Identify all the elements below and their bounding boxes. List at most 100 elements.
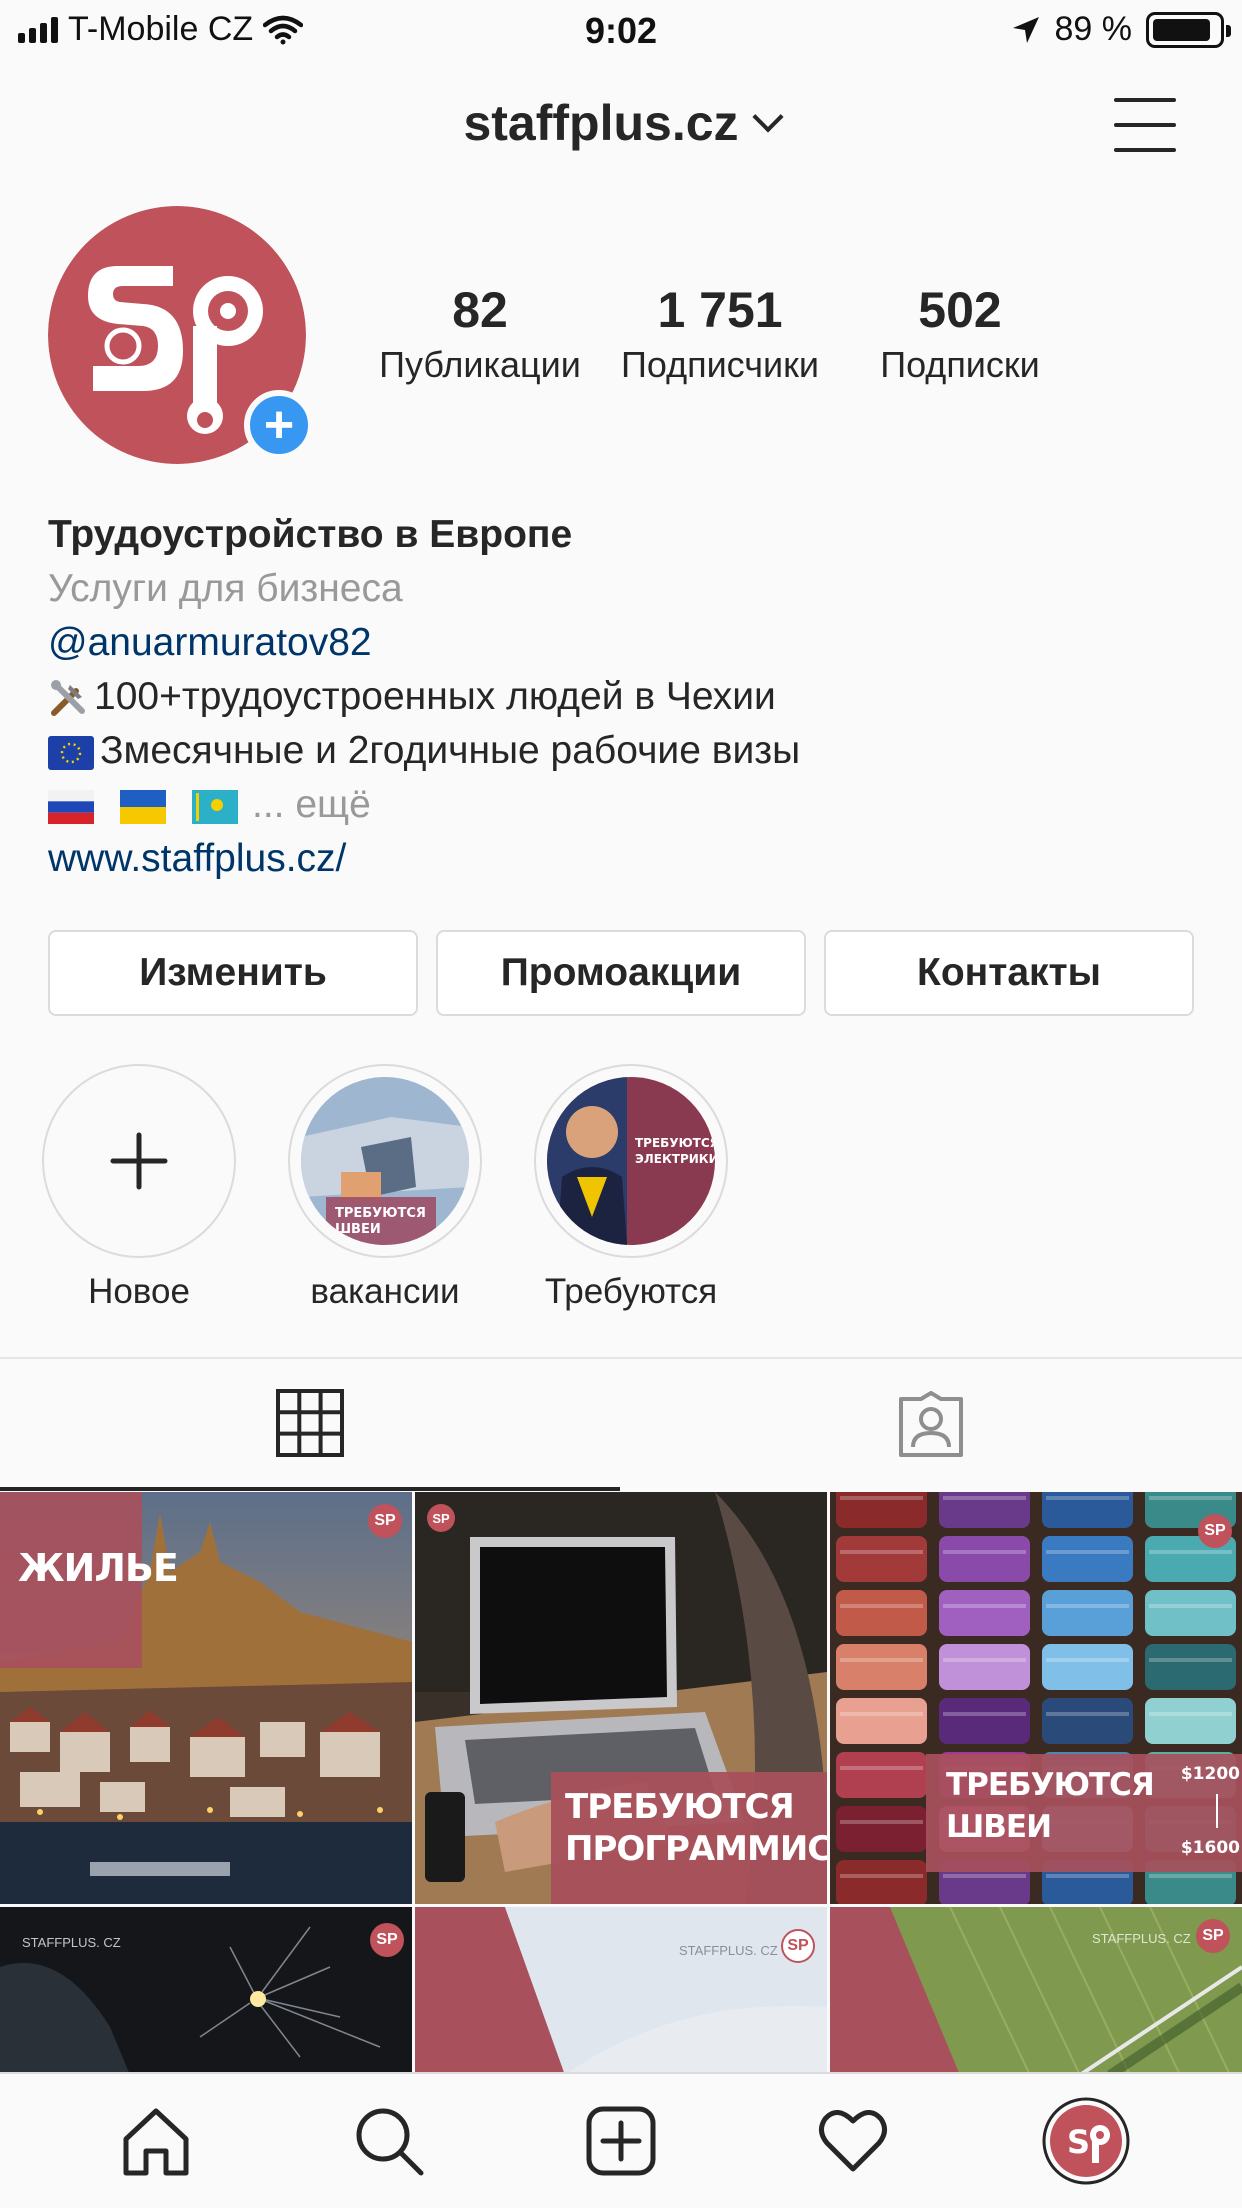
thread-spool-highlight — [1149, 1550, 1232, 1554]
thread-spool-highlight — [1046, 1658, 1129, 1662]
thread-spool — [1145, 1644, 1236, 1690]
post-caption-line: ТРЕБУЮТСЯ — [565, 1787, 795, 1827]
highlight-required[interactable]: ТРЕБУЮТСЯ ЭЛЕКТРИКИ Требуются — [534, 1064, 728, 1312]
bottom-navigation: S — [0, 2072, 1242, 2208]
post-caption: ЖИЛЬЕ — [18, 1546, 179, 1590]
home-icon — [123, 2108, 189, 2176]
svg-text:S: S — [1067, 2123, 1090, 2161]
stat-followers[interactable]: 1 751 Подписчики — [600, 280, 840, 386]
thread-spool-highlight — [1149, 1874, 1232, 1878]
profile-bio: Трудоустройство в Европе Услуги для бизн… — [48, 508, 1198, 886]
thread-spool-highlight — [840, 1766, 923, 1770]
thread-spool — [939, 1698, 1030, 1744]
status-bar: T-Mobile CZ 9:02 89 % — [0, 0, 1242, 62]
nav-new-post[interactable] — [566, 2086, 676, 2196]
thread-spool — [1042, 1644, 1133, 1690]
thread-spool — [836, 1752, 927, 1798]
promotions-button[interactable]: Промоакции — [436, 930, 806, 1016]
svg-text:ШВЕИ: ШВЕИ — [335, 1222, 381, 1237]
posts-grid: ЖИЛЬЕ SP ТРЕБУЮТСЯ ПРОГРАММИСТЫ! SP — [0, 1492, 1242, 2075]
thread-spool-highlight — [1149, 1496, 1232, 1500]
contacts-button[interactable]: Контакты — [824, 930, 1194, 1016]
thread-spool-highlight — [943, 1712, 1026, 1716]
stat-posts[interactable]: 82 Публикации — [360, 280, 600, 386]
bio-flags-line: ... ещё — [48, 778, 1198, 832]
profile-avatar-icon: S — [1042, 2097, 1130, 2185]
heart-icon — [819, 2110, 888, 2172]
bio-line: Змесячные и 2годичные рабочие визы — [48, 724, 1198, 778]
website-link[interactable]: www.staffplus.cz/ — [48, 832, 1198, 886]
chevron-down-icon[interactable] — [751, 101, 784, 133]
stat-count: 82 — [452, 282, 508, 338]
plus-icon — [110, 1132, 168, 1190]
add-post-icon — [586, 2106, 656, 2176]
thread-spool-highlight — [1046, 1712, 1129, 1716]
battery-icon — [1146, 11, 1231, 48]
price-min: $1200 — [1180, 1764, 1240, 1784]
highlight-ring[interactable]: ТРЕБУЮТСЯ ЭЛЕКТРИКИ — [534, 1064, 728, 1258]
thread-spool-highlight — [1046, 1550, 1129, 1554]
thread-spool-highlight — [1149, 1604, 1232, 1608]
stat-following[interactable]: 502 Подписки — [840, 280, 1080, 386]
search-icon — [356, 2108, 424, 2176]
location-arrow-icon — [1012, 16, 1039, 43]
post-caption-line: ШВЕИ — [946, 1809, 1052, 1845]
profile-header: staffplus.cz — [0, 62, 1242, 192]
highlight-ring[interactable]: ТРЕБУЮТСЯ ШВЕИ — [288, 1064, 482, 1258]
post-thumbnail[interactable]: ЖИЛЬЕ SP — [0, 1492, 412, 1904]
tab-grid[interactable] — [0, 1359, 620, 1491]
highlight-label: Новое — [88, 1272, 190, 1311]
profile-tabs — [0, 1357, 1242, 1491]
highlight-new[interactable]: Новое — [42, 1064, 236, 1312]
thread-spool-highlight — [943, 1604, 1026, 1608]
bio-line-text: 100+трудоустроенных людей в Чехии — [94, 675, 776, 718]
post-thumbnail[interactable]: ТРЕБУЮТСЯ ШВЕИ $1200 $1600 SP — [830, 1492, 1242, 1904]
thread-spool-highlight — [840, 1874, 923, 1878]
edit-profile-button[interactable]: Изменить — [48, 930, 418, 1016]
thread-spool — [836, 1536, 927, 1582]
thread-spool — [1145, 1698, 1236, 1744]
add-story-icon[interactable]: + — [244, 390, 314, 460]
thread-spool — [836, 1806, 927, 1852]
svg-text:ТРЕБУЮТСЯ: ТРЕБУЮТСЯ — [635, 1136, 715, 1150]
sp-logo-icon: SP — [370, 1923, 404, 1957]
bio-line: 100+трудоустроенных людей в Чехии — [48, 670, 1198, 724]
post-watermark: STAFFPLUS. CZ — [22, 1935, 121, 1950]
post-thumbnail[interactable]: STAFFPLUS. CZ SP — [0, 1907, 412, 2075]
thread-spool — [1145, 1590, 1236, 1636]
profile-name: Трудоустройство в Европе — [48, 513, 573, 556]
tagged-person-icon — [899, 1391, 963, 1457]
highlight-vacancies[interactable]: ТРЕБУЮТСЯ ШВЕИ вакансии — [288, 1064, 482, 1312]
post-caption: ТРЕБУЮТСЯ ШВЕИ — [946, 1764, 1155, 1848]
thread-spool — [1042, 1536, 1133, 1582]
bio-more-link[interactable]: ... ещё — [252, 783, 371, 826]
stat-count: 1 751 — [657, 282, 783, 338]
tools-emoji-icon — [51, 679, 85, 716]
thread-spool-highlight — [840, 1820, 923, 1824]
post-thumbnail[interactable]: STAFFPLUS. CZ SP — [830, 1907, 1242, 2075]
bio-mention-link[interactable]: @anuarmuratov82 — [48, 616, 1198, 670]
svg-text:ЭЛЕКТРИКИ: ЭЛЕКТРИКИ — [635, 1152, 715, 1166]
thread-spool-highlight — [943, 1550, 1026, 1554]
highlight-ring[interactable] — [42, 1064, 236, 1258]
thread-spool — [939, 1644, 1030, 1690]
tab-tagged[interactable] — [620, 1359, 1242, 1491]
nav-home[interactable] — [101, 2086, 211, 2196]
thread-spool-highlight — [840, 1712, 923, 1716]
account-switcher[interactable]: staffplus.cz — [0, 94, 1242, 152]
post-thumbnail[interactable]: ТРЕБУЮТСЯ ПРОГРАММИСТЫ! SP — [415, 1492, 827, 1904]
username[interactable]: staffplus.cz — [463, 95, 738, 151]
profile-avatar[interactable]: + — [48, 206, 314, 464]
nav-profile[interactable]: S — [1031, 2086, 1141, 2196]
kazakhstan-flag-icon — [192, 789, 238, 824]
sp-logo-icon: SP — [1196, 1919, 1230, 1953]
post-caption-line: ТРЕБУЮТСЯ — [946, 1767, 1155, 1803]
menu-icon[interactable] — [1114, 98, 1176, 152]
nav-search[interactable] — [334, 2086, 444, 2196]
post-thumbnail[interactable]: STAFFPLUS. CZ SP — [415, 1907, 827, 2075]
thread-spool-highlight — [840, 1550, 923, 1554]
nav-activity[interactable] — [798, 2086, 908, 2196]
price-divider — [1216, 1794, 1218, 1828]
thread-spool — [836, 1644, 927, 1690]
ukraine-flag-icon — [120, 789, 166, 824]
